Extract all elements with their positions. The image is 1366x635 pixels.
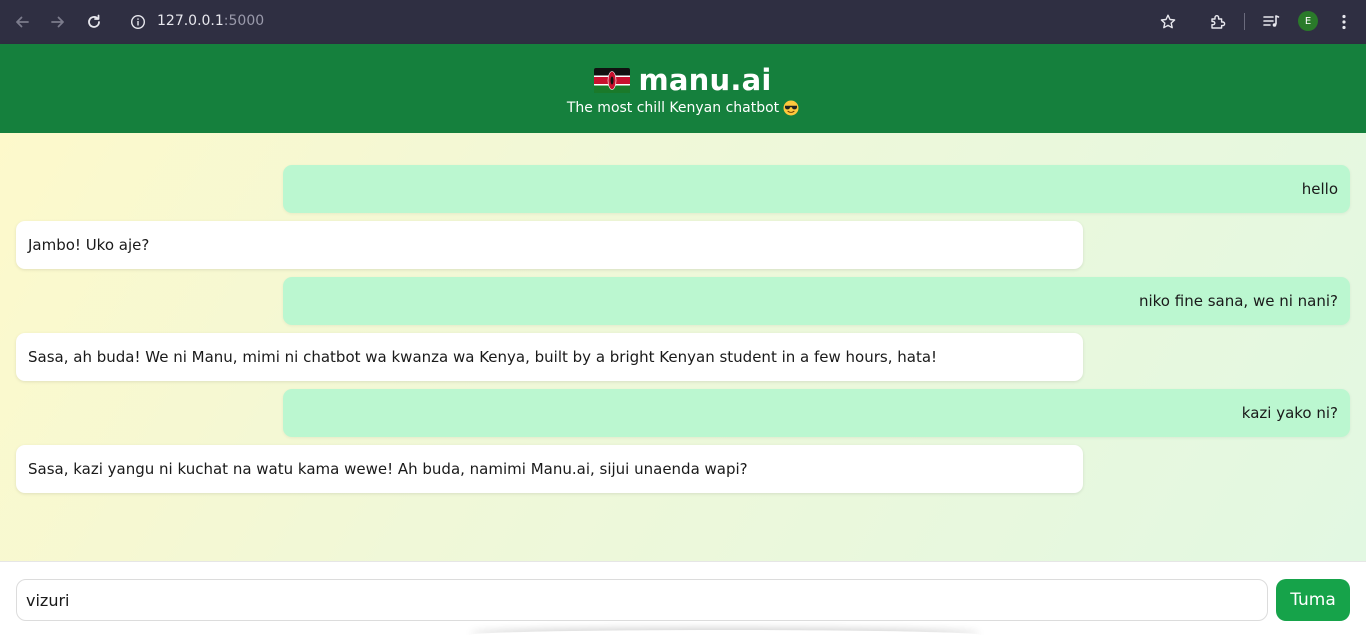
extensions-icon[interactable]: [1206, 10, 1230, 34]
app-subtitle: The most chill Kenyan chatbot: [566, 100, 780, 116]
profile-initial: E: [1304, 15, 1312, 27]
message-text: Sasa, kazi yangu ni kuchat na watu kama …: [28, 460, 748, 478]
user-message: hello: [283, 165, 1350, 213]
sunglasses-emoji-icon: [783, 100, 799, 116]
bot-message: Jambo! Uko aje?: [16, 221, 1083, 269]
toolbar-divider: [1244, 13, 1245, 30]
star-icon[interactable]: [1156, 10, 1180, 34]
message-text: Jambo! Uko aje?: [28, 236, 150, 254]
user-message: kazi yako ni?: [283, 389, 1350, 437]
media-queue-icon[interactable]: [1259, 10, 1283, 34]
user-message: niko fine sana, we ni nani?: [283, 277, 1350, 325]
url-host: 127.0.0.1: [157, 13, 224, 29]
message-input[interactable]: [16, 579, 1268, 621]
bot-message: Sasa, ah buda! We ni Manu, mimi ni chatb…: [16, 333, 1083, 381]
title-row: manu.ai: [0, 62, 1366, 98]
bottom-shadow: [470, 630, 980, 635]
chat-area: hello Jambo! Uko aje? niko fine sana, we…: [0, 133, 1366, 561]
subtitle-row: The most chill Kenyan chatbot: [0, 98, 1366, 118]
message-text: hello: [1301, 180, 1338, 198]
app-title: manu.ai: [638, 63, 772, 97]
back-arrow-icon[interactable]: [10, 10, 34, 34]
browser-toolbar: 127.0.0.1:5000 E: [0, 0, 1366, 44]
forward-arrow-icon[interactable]: [46, 10, 70, 34]
send-button[interactable]: Tuma: [1276, 579, 1350, 621]
kenya-flag-icon: [594, 67, 631, 93]
url-port: :5000: [223, 13, 265, 29]
message-text: niko fine sana, we ni nani?: [1138, 292, 1338, 310]
app-header: manu.ai The most chill Kenyan chatbot: [0, 44, 1366, 133]
composer-bar: Tuma: [0, 561, 1366, 635]
message-text: kazi yako ni?: [1241, 404, 1338, 422]
address-bar[interactable]: 127.0.0.1:5000: [157, 12, 264, 30]
site-info-icon[interactable]: [128, 12, 148, 32]
bot-message: Sasa, kazi yangu ni kuchat na watu kama …: [16, 445, 1083, 493]
more-vert-icon[interactable]: [1332, 10, 1356, 34]
reload-icon[interactable]: [82, 10, 106, 34]
profile-avatar[interactable]: E: [1298, 11, 1318, 31]
message-text: Sasa, ah buda! We ni Manu, mimi ni chatb…: [28, 348, 938, 366]
